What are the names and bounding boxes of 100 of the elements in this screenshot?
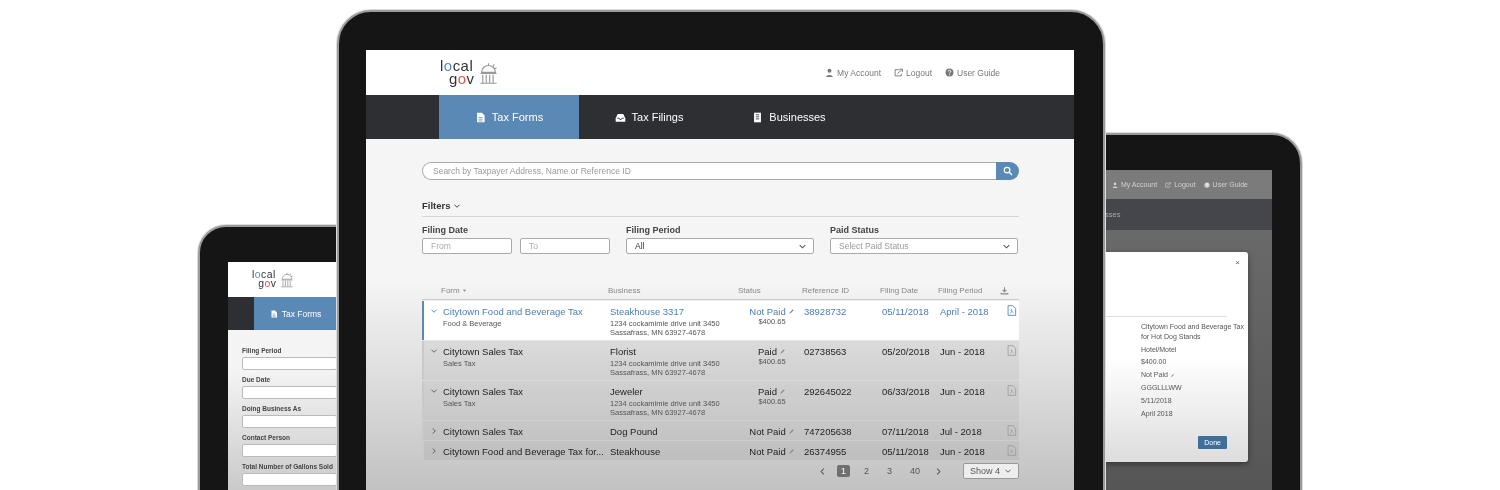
- help-icon: [945, 68, 954, 77]
- nav-tab[interactable]: Tax Forms: [439, 95, 579, 139]
- column-header[interactable]: Filing Date: [880, 286, 919, 295]
- header-link[interactable]: User Guide: [945, 67, 1000, 78]
- status-text: Paid: [758, 346, 777, 357]
- filing-period: Jun - 2018: [940, 385, 986, 397]
- page-link[interactable]: 1: [836, 465, 850, 477]
- filing-period: Jun - 2018: [940, 345, 986, 357]
- filing-date: 05/11/2018: [882, 445, 930, 457]
- pencil-icon: [779, 348, 786, 355]
- pdf-file-icon: [1006, 385, 1017, 396]
- pdf-file-icon: [1006, 345, 1017, 356]
- filter-label: Paid Status: [830, 225, 880, 235]
- reference-id: 747205638: [804, 425, 853, 437]
- status-text: Not Paid: [749, 306, 786, 317]
- chevron-down-icon: [430, 307, 438, 315]
- filing-period: Jun - 2018: [940, 445, 986, 457]
- form-name: Citytown Sales Tax: [443, 386, 525, 397]
- header-link[interactable]: Logout: [894, 67, 932, 78]
- reference-id: 26374955: [804, 445, 848, 457]
- input-field[interactable]: [242, 473, 337, 486]
- filing-period: April - 2018: [940, 305, 990, 317]
- header-link[interactable]: My Account: [825, 67, 881, 78]
- business-name: Jeweler: [610, 386, 644, 397]
- column-header[interactable]: Filing Period: [938, 286, 983, 295]
- column-header[interactable]: Form: [441, 286, 460, 295]
- reference-id: 38928732: [804, 305, 848, 317]
- search-button[interactable]: [996, 162, 1019, 180]
- chevron-right-icon: [430, 427, 438, 435]
- chevron-down-icon: [430, 387, 438, 395]
- filing-date: 05/20/2018: [882, 345, 931, 357]
- column-header[interactable]: Reference ID: [802, 286, 850, 295]
- user-icon: [1112, 181, 1118, 188]
- filters-toggle[interactable]: Filters: [422, 200, 461, 211]
- search-icon: [1002, 166, 1013, 176]
- business-name: Dog Pound: [610, 426, 659, 437]
- logo-wordmark: local gov: [440, 59, 475, 86]
- nav-tab[interactable]: Tax Filings: [579, 95, 719, 139]
- share-icon: [1165, 181, 1172, 188]
- input-field[interactable]: [242, 386, 337, 399]
- input-field[interactable]: [242, 444, 337, 457]
- chevron-down-icon: [430, 347, 438, 355]
- column-header[interactable]: Business: [608, 286, 641, 295]
- form-name: Citytown Food and Beverage Tax: [443, 306, 584, 317]
- pencil-icon: [779, 388, 786, 395]
- form-name: Citytown Sales Tax: [443, 346, 525, 357]
- status-text: Paid: [758, 386, 777, 397]
- chevron-left-icon: [817, 466, 827, 476]
- chevron-down-icon: [1004, 467, 1012, 475]
- input-field[interactable]: [242, 415, 337, 428]
- download-icon: [1000, 286, 1009, 295]
- pencil-icon: [787, 428, 795, 435]
- filing-period: Jul - 2018: [940, 425, 983, 437]
- business-name: Steakhouse 3317: [610, 306, 685, 317]
- close-button[interactable]: ×: [1235, 258, 1240, 267]
- dropdown[interactable]: Select Paid Status: [830, 238, 1018, 254]
- date-field[interactable]: From: [422, 238, 512, 254]
- document-icon: [474, 111, 486, 123]
- dropdown[interactable]: All: [626, 238, 814, 254]
- search-field[interactable]: Search by Taxpayer Address, Name or Reference ID: [422, 162, 996, 180]
- business-name: Steakhouse: [610, 446, 662, 457]
- share-icon: [894, 68, 903, 77]
- logo-wordmark: local gov: [252, 270, 277, 289]
- user-icon: [825, 68, 835, 77]
- status-text: Not Paid: [749, 446, 786, 457]
- page-size-select[interactable]: Show 4: [962, 463, 1019, 479]
- capitol-dome-icon: [278, 272, 295, 289]
- reference-id: 02738563: [804, 345, 848, 357]
- document-icon: [269, 309, 278, 318]
- pencil-icon: [1169, 372, 1175, 378]
- sort-caret-icon: [460, 287, 468, 294]
- filing-date: 06/33/2018: [882, 385, 931, 397]
- input-field[interactable]: [242, 357, 337, 370]
- pdf-file-icon: [1006, 305, 1017, 316]
- pencil-icon: [787, 308, 795, 315]
- filter-label: Filing Date: [422, 225, 469, 235]
- help-icon: [1203, 181, 1210, 188]
- nav-tab[interactable]: Tax Forms: [254, 297, 337, 330]
- column-header[interactable]: Status: [738, 286, 761, 295]
- page-link[interactable]: 40: [905, 465, 924, 477]
- date-field[interactable]: To: [520, 238, 610, 254]
- business-name: Florist: [610, 346, 637, 357]
- pdf-file-icon: [1006, 425, 1017, 436]
- filing-date: 07/11/2018: [882, 425, 930, 437]
- reference-id: 292645022: [804, 385, 853, 397]
- filter-label: Filing Period: [626, 225, 682, 235]
- inbox-icon: [614, 111, 626, 123]
- filing-date: 05/11/2018: [882, 305, 930, 317]
- page-link[interactable]: 3: [882, 465, 896, 477]
- page-link[interactable]: 2: [859, 465, 873, 477]
- pencil-icon: [787, 448, 795, 455]
- form-name: Citytown Sales Tax: [443, 426, 525, 437]
- status-text: Not Paid: [749, 426, 786, 437]
- building-icon: [752, 111, 764, 123]
- nav-tab[interactable]: Businesses: [719, 95, 859, 139]
- chevron-right-icon: [430, 447, 438, 455]
- table-row[interactable]: Citytown Food and Beverage Tax for... Steakhouse Not Paid 26374955 05/11/2018 Jun - 2018: [422, 441, 1019, 460]
- table-row[interactable]: Citytown Sales Tax Dog Pound Not Paid 747205638 07/11/2018 Jul - 2018: [422, 421, 1019, 440]
- form-name: Citytown Food and Beverage Tax for...: [443, 446, 605, 457]
- pdf-file-icon: [1006, 445, 1017, 456]
